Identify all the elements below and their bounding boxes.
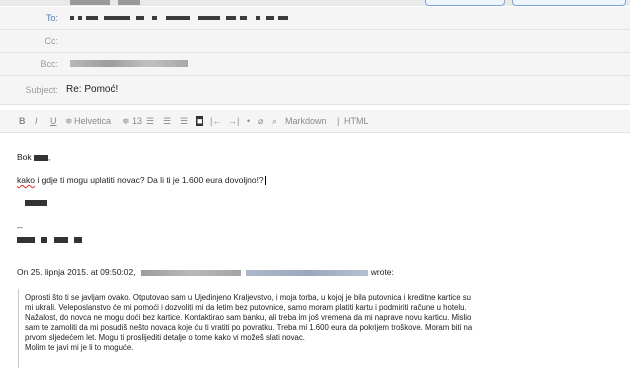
underline-button[interactable]: U bbox=[50, 116, 57, 126]
text-cursor bbox=[264, 176, 266, 186]
subject-row[interactable]: Subject: Re: Pomoć! bbox=[0, 76, 630, 105]
quote-line: sam te zamoliti da mi posudiš nešto nova… bbox=[25, 323, 473, 332]
message-text: i gdje ti mogu uplatiti novac? Da li ti … bbox=[34, 175, 264, 185]
align-center-icon[interactable]: ☰ bbox=[163, 116, 171, 127]
bcc-label: Bcc: bbox=[40, 59, 58, 69]
sender-email-link[interactable] bbox=[246, 269, 369, 276]
redacted-text bbox=[226, 16, 236, 20]
italic-button[interactable]: I bbox=[35, 116, 38, 126]
bcc-row[interactable]: Bcc: bbox=[0, 53, 630, 76]
signature-line bbox=[17, 234, 83, 244]
toolbar-separator: | bbox=[337, 116, 340, 126]
attribution-date: On 25. lipnja 2015. at 09:50:02, bbox=[17, 267, 136, 277]
cc-label: Cc: bbox=[44, 36, 59, 46]
bold-button[interactable]: B bbox=[19, 116, 26, 126]
redacted-signature bbox=[74, 236, 83, 243]
misspelled-word: kako bbox=[17, 175, 35, 185]
align-left-icon[interactable]: ☰ bbox=[146, 116, 154, 127]
redacted-text bbox=[152, 16, 157, 20]
font-size-select[interactable]: 13 bbox=[132, 116, 142, 126]
top-action-button[interactable] bbox=[425, 0, 505, 6]
quote-line: Oprosti što ti se javljam ovako. Otputov… bbox=[25, 293, 471, 302]
redacted-area bbox=[70, 0, 110, 5]
top-action-button[interactable] bbox=[512, 0, 626, 6]
signoff-line bbox=[17, 197, 47, 207]
font-select[interactable]: Helvetica bbox=[74, 116, 111, 126]
bcc-recipient[interactable] bbox=[70, 60, 188, 67]
greeting-prefix: Bok bbox=[17, 152, 32, 162]
redacted-area bbox=[118, 0, 140, 5]
outdent-icon[interactable]: |← bbox=[210, 116, 221, 126]
greeting-line: Bok , bbox=[17, 152, 50, 162]
reply-attribution: On 25. lipnja 2015. at 09:50:02, wrote: bbox=[17, 267, 394, 277]
redacted-name bbox=[34, 154, 49, 161]
to-recipients[interactable] bbox=[66, 14, 306, 21]
redacted-signature bbox=[53, 236, 68, 243]
to-row[interactable]: To: bbox=[0, 7, 630, 30]
size-stepper-icon[interactable]: ≑ bbox=[122, 116, 130, 127]
redacted-text bbox=[136, 16, 144, 20]
quoted-message: Oprosti što ti se javljam ovako. Otputov… bbox=[18, 289, 623, 368]
redacted-signoff bbox=[25, 199, 47, 206]
quote-line: Molim te javi mi je li to moguće. bbox=[25, 343, 134, 352]
redacted-text bbox=[256, 16, 260, 20]
quote-line: mi ukrali. Veleposlanstvo će mi pomoći i… bbox=[25, 303, 467, 312]
align-right-icon[interactable]: ☰ bbox=[180, 116, 188, 127]
redacted-text bbox=[240, 16, 247, 20]
cc-row[interactable]: Cc: bbox=[0, 30, 630, 53]
subject-input[interactable]: Re: Pomoć! bbox=[66, 84, 118, 95]
redacted-text bbox=[166, 16, 190, 20]
redacted-text bbox=[78, 16, 82, 20]
redacted-signature bbox=[17, 236, 35, 243]
window-top-strip bbox=[0, 0, 630, 6]
justify-icon[interactable]: ■ bbox=[196, 116, 204, 126]
redacted-text bbox=[70, 16, 74, 20]
quote-line: prvom sljedećem let. Mogu ti proslijedit… bbox=[25, 333, 305, 342]
redacted-sender-name bbox=[141, 269, 241, 276]
redacted-text bbox=[198, 16, 220, 20]
subject-label: Subject: bbox=[25, 85, 58, 95]
format-toolbar: B I U ≑ Helvetica ≑ 13 ☰ ☰ ☰ ■ |← →| • ⌀… bbox=[0, 110, 630, 133]
redacted-text bbox=[86, 16, 98, 20]
quote-line: Nažalost, do novca ne mogu doći bez kart… bbox=[25, 313, 472, 322]
greeting-suffix: , bbox=[48, 152, 51, 162]
indent-icon[interactable]: →| bbox=[228, 116, 239, 126]
to-label: To: bbox=[45, 13, 58, 23]
redacted-signature bbox=[41, 236, 48, 243]
redacted-text bbox=[266, 16, 274, 20]
redacted-text bbox=[278, 16, 288, 20]
html-button[interactable]: HTML bbox=[344, 116, 369, 126]
clear-format-icon[interactable]: ⌀ bbox=[258, 116, 263, 127]
message-line: kako i gdje ti mogu uplatiti novac? Da l… bbox=[17, 175, 266, 186]
font-stepper-icon[interactable]: ≑ bbox=[65, 116, 73, 127]
link-icon[interactable]: ⌕ bbox=[272, 116, 277, 127]
bullet-list-icon[interactable]: • bbox=[247, 116, 250, 126]
signature-dashes: -- bbox=[17, 222, 23, 232]
markdown-button[interactable]: Markdown bbox=[285, 116, 327, 126]
redacted-text bbox=[104, 16, 130, 20]
attribution-wrote: wrote: bbox=[370, 267, 394, 277]
